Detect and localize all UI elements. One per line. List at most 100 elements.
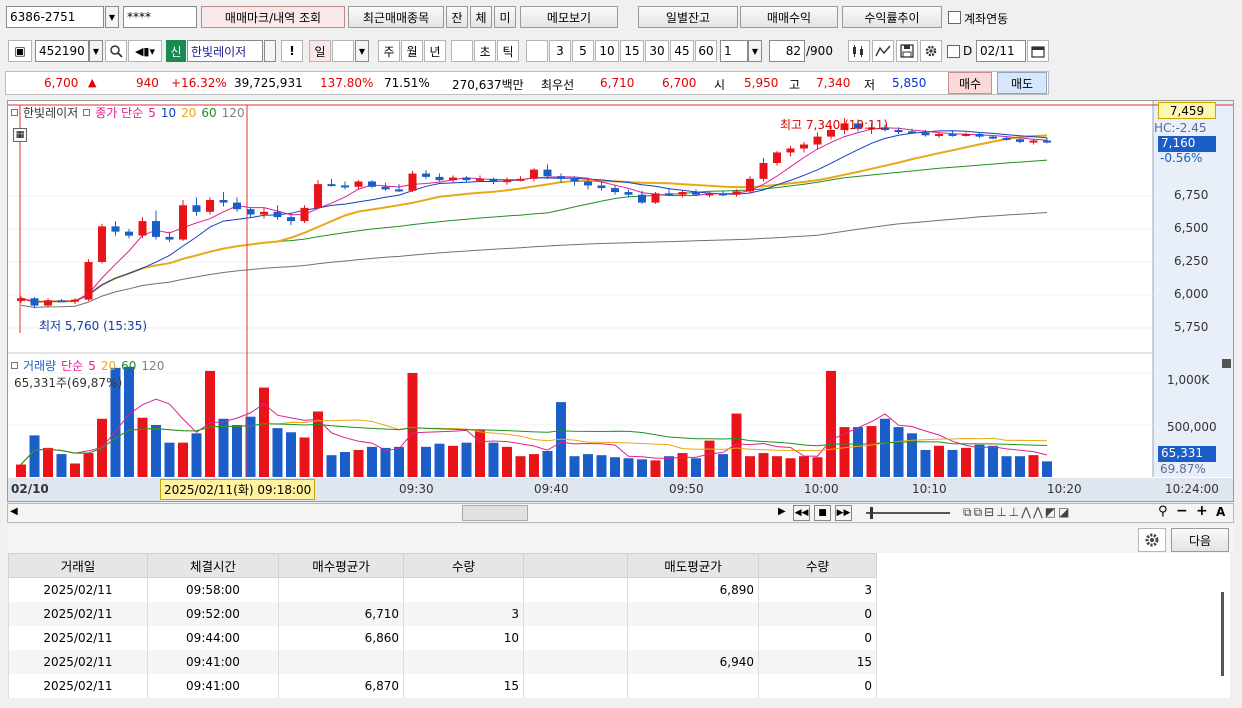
daily-count-dropdown-icon[interactable]: ▼: [355, 40, 369, 62]
minute-option-10[interactable]: 10: [595, 40, 619, 62]
stock-name-field[interactable]: 한빛레이저: [187, 40, 263, 62]
password-field[interactable]: ****: [123, 6, 197, 28]
col-trade-date[interactable]: 거래일: [8, 553, 148, 578]
tab-monthly[interactable]: 월: [401, 40, 423, 62]
low-annotation: 최저 5,760 (15:35): [39, 319, 148, 333]
account-dropdown-icon[interactable]: ▼: [105, 6, 119, 28]
table-row[interactable]: 2025/02/11 09:52:00 6,710 3 0: [8, 601, 1230, 626]
zoom-out-icon[interactable]: −: [1176, 503, 1188, 519]
minute-option-45[interactable]: 45: [670, 40, 694, 62]
interval-field[interactable]: 1: [720, 40, 748, 62]
price-chart[interactable]: 한빛레이저 종가 단순 5 10 20 60 120 ▦ 최고 7,340 (1…: [7, 100, 1234, 502]
table-cell: [523, 673, 628, 698]
tab-daily[interactable]: 일: [309, 40, 331, 62]
stock-name-dropdown-icon[interactable]: [264, 40, 276, 62]
volume-value: 39,725,931: [234, 76, 303, 90]
scroll-left-icon[interactable]: ◀: [10, 506, 18, 517]
chart-scroll-bar[interactable]: ◀ ▶ ◀◀ ■ ▶▶ ⧉⧉⊟⊥⊥⋀⋀◩◪ ⚲ − + A: [7, 503, 1234, 523]
tab-second[interactable]: 초: [474, 40, 496, 62]
time-label-0930: 09:30: [399, 482, 434, 496]
recent-items-button[interactable]: 최근매매종목: [348, 6, 444, 28]
tab-tick[interactable]: 틱: [497, 40, 519, 62]
account-number-field[interactable]: 6386-2751: [6, 6, 104, 28]
minute-option-3[interactable]: 3: [549, 40, 571, 62]
candle-body: [773, 152, 781, 163]
buy-button[interactable]: 매수: [948, 72, 992, 94]
legend-box-icon[interactable]: [11, 109, 18, 116]
zoom-in-icon[interactable]: +: [1196, 503, 1208, 519]
sound-icon[interactable]: ◀▮▾: [128, 40, 162, 62]
legend-ma-box-icon[interactable]: [83, 109, 91, 116]
table-row[interactable]: 2025/02/11 09:44:00 6,860 10 0: [8, 625, 1230, 650]
minute-option-15[interactable]: 15: [620, 40, 644, 62]
tab-yearly[interactable]: 년: [424, 40, 446, 62]
tab-minute[interactable]: 분: [451, 40, 473, 62]
price-label-6750: 6,750: [1174, 188, 1209, 202]
warning-button[interactable]: !: [281, 40, 303, 62]
candle-body: [165, 236, 174, 240]
col-sell-avg[interactable]: 매도평균가: [627, 553, 759, 578]
interval-dropdown-icon[interactable]: ▼: [748, 40, 762, 62]
chart-canvas[interactable]: [8, 101, 1233, 501]
col-exec-time[interactable]: 체결시간: [147, 553, 279, 578]
profit-trend-button[interactable]: 수익률추이: [842, 6, 942, 28]
balance-button[interactable]: 잔: [446, 6, 468, 28]
rewind-icon[interactable]: ◀◀: [793, 505, 810, 521]
drawing-tools-icons[interactable]: ⧉⧉⊟⊥⊥⋀⋀◩◪: [963, 505, 1071, 520]
zoom-search-icon[interactable]: ⚲: [1158, 504, 1168, 519]
layout-icon[interactable]: ▣: [8, 40, 32, 62]
search-icon[interactable]: [105, 40, 127, 62]
candle-body: [759, 163, 768, 179]
tab-weekly[interactable]: 주: [378, 40, 400, 62]
grid-settings-gear-icon[interactable]: [1138, 528, 1166, 552]
date-checkbox[interactable]: [947, 45, 960, 58]
save-icon[interactable]: [896, 40, 918, 62]
col-sell-qty[interactable]: 수량: [758, 553, 877, 578]
sell-button[interactable]: 매도: [997, 72, 1047, 94]
daily-count[interactable]: 1: [332, 40, 354, 62]
daily-balance-button[interactable]: 일별잔고: [638, 6, 738, 28]
forward-icon[interactable]: ▶▶: [835, 505, 852, 521]
table-row[interactable]: 2025/02/11 09:41:00 6,870 15 0: [8, 673, 1230, 698]
table-row[interactable]: 2025/02/11 09:58:00 6,890 3: [8, 577, 1230, 602]
minute-option-1[interactable]: 1: [526, 40, 548, 62]
col-buy-avg[interactable]: 매수평균가: [278, 553, 404, 578]
minute-option-60[interactable]: 60: [695, 40, 717, 62]
next-button[interactable]: 다음: [1171, 528, 1229, 552]
table-row[interactable]: 2025/02/11 09:41:00 6,940 15: [8, 649, 1230, 674]
speed-slider-handle[interactable]: [870, 507, 873, 519]
candle-body: [584, 181, 592, 186]
volume-bar: [367, 446, 377, 477]
line-tool-icon[interactable]: [872, 40, 894, 62]
table-toggle-icon[interactable]: ▦: [13, 128, 27, 142]
speed-slider[interactable]: [866, 512, 950, 514]
gear-icon[interactable]: [920, 40, 942, 62]
minute-option-30[interactable]: 30: [645, 40, 669, 62]
candle-settings-icon[interactable]: [848, 40, 870, 62]
scroll-right-icon[interactable]: ▶: [778, 506, 786, 517]
candle-body: [543, 169, 552, 177]
trade-profit-button[interactable]: 매매수익: [740, 6, 838, 28]
stock-code-dropdown-icon[interactable]: ▼: [89, 40, 103, 62]
stock-code-field[interactable]: 452190: [35, 40, 89, 62]
candle-body: [84, 262, 93, 300]
memo-button[interactable]: 메모보기: [520, 6, 618, 28]
trade-marks-button[interactable]: 매매마크/내역 조회: [201, 6, 345, 28]
time-label-1000: 10:00: [804, 482, 839, 496]
volume-legend-box-icon[interactable]: [11, 362, 18, 369]
stop-icon[interactable]: ■: [814, 505, 831, 521]
volume-panel-toggle-icon[interactable]: [1222, 359, 1231, 368]
col-buy-qty[interactable]: 수량: [403, 553, 524, 578]
candle-body: [287, 217, 295, 222]
bar-count-field[interactable]: 82: [769, 40, 805, 62]
auto-scale-icon[interactable]: A: [1216, 505, 1225, 519]
link-account-checkbox[interactable]: [948, 11, 961, 24]
volume-bar: [205, 370, 215, 477]
minute-option-5[interactable]: 5: [572, 40, 594, 62]
grid-scrollbar[interactable]: [1221, 592, 1224, 676]
calendar-icon[interactable]: [1027, 40, 1049, 62]
executed-button[interactable]: 체: [470, 6, 492, 28]
date-field[interactable]: 02/11: [976, 40, 1026, 62]
scroll-thumb[interactable]: [462, 505, 528, 521]
unfilled-button[interactable]: 미: [494, 6, 516, 28]
